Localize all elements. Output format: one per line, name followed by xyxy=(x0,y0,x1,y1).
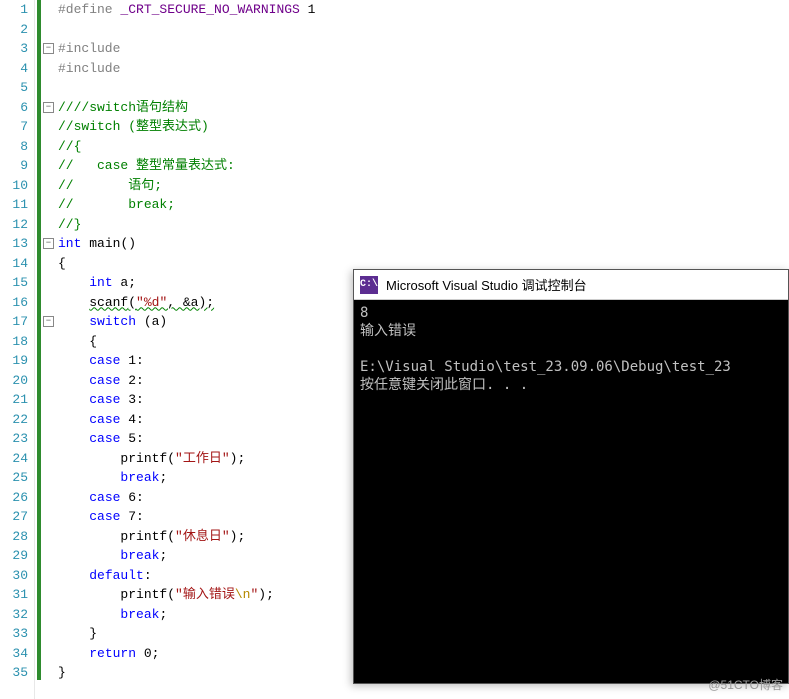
line-number: 30 xyxy=(0,566,28,586)
line-number: 20 xyxy=(0,371,28,391)
line-number: 34 xyxy=(0,644,28,664)
line-number: 31 xyxy=(0,585,28,605)
line-number: 16 xyxy=(0,293,28,313)
change-bar xyxy=(37,0,41,680)
line-number: 3 xyxy=(0,39,28,59)
code-line[interactable] xyxy=(58,20,789,40)
line-number: 25 xyxy=(0,468,28,488)
console-line: E:\Visual Studio\test_23.09.06\Debug\tes… xyxy=(360,359,731,375)
line-number: 7 xyxy=(0,117,28,137)
fold-toggle[interactable]: − xyxy=(43,102,54,113)
line-number: 35 xyxy=(0,663,28,683)
watermark: @51CTO博客 xyxy=(708,676,783,693)
line-number: 33 xyxy=(0,624,28,644)
code-line[interactable]: //} xyxy=(58,215,789,235)
console-titlebar[interactable]: C:\ Microsoft Visual Studio 调试控制台 xyxy=(354,270,788,300)
code-line[interactable]: #define _CRT_SECURE_NO_WARNINGS 1 xyxy=(58,0,789,20)
fold-column: − − − − xyxy=(42,0,56,699)
console-line: 输入错误 xyxy=(360,323,416,339)
code-line[interactable]: //switch (整型表达式) xyxy=(58,117,789,137)
code-line[interactable]: ////switch语句结构 xyxy=(58,98,789,118)
code-line[interactable]: int main() xyxy=(58,234,789,254)
line-number: 5 xyxy=(0,78,28,98)
line-number: 14 xyxy=(0,254,28,274)
code-line[interactable]: //{ xyxy=(58,137,789,157)
code-line[interactable]: // break; xyxy=(58,195,789,215)
line-number: 4 xyxy=(0,59,28,79)
line-number: 28 xyxy=(0,527,28,547)
debug-console-window: C:\ Microsoft Visual Studio 调试控制台 8 输入错误… xyxy=(353,269,789,684)
line-number: 19 xyxy=(0,351,28,371)
line-number-gutter: 1234567891011121314151617181920212223242… xyxy=(0,0,34,699)
line-number: 21 xyxy=(0,390,28,410)
console-title: Microsoft Visual Studio 调试控制台 xyxy=(386,275,587,294)
line-number: 8 xyxy=(0,137,28,157)
console-icon: C:\ xyxy=(360,276,378,294)
code-line[interactable] xyxy=(58,78,789,98)
line-number: 1 xyxy=(0,0,28,20)
fold-toggle[interactable]: − xyxy=(43,238,54,249)
line-number: 23 xyxy=(0,429,28,449)
code-line[interactable]: // case 整型常量表达式: xyxy=(58,156,789,176)
code-line[interactable]: #include xyxy=(58,59,789,79)
console-line: 按任意键关闭此窗口. . . xyxy=(360,377,528,393)
fold-toggle[interactable]: − xyxy=(43,43,54,54)
line-number: 6 xyxy=(0,98,28,118)
line-number: 17 xyxy=(0,312,28,332)
fold-toggle[interactable]: − xyxy=(43,316,54,327)
line-number: 29 xyxy=(0,546,28,566)
line-number: 13 xyxy=(0,234,28,254)
line-number: 11 xyxy=(0,195,28,215)
line-number: 9 xyxy=(0,156,28,176)
console-line: 8 xyxy=(360,305,368,321)
line-number: 18 xyxy=(0,332,28,352)
code-line[interactable]: // 语句; xyxy=(58,176,789,196)
line-number: 32 xyxy=(0,605,28,625)
console-output[interactable]: 8 输入错误 E:\Visual Studio\test_23.09.06\De… xyxy=(354,300,788,398)
line-number: 12 xyxy=(0,215,28,235)
line-number: 26 xyxy=(0,488,28,508)
line-number: 24 xyxy=(0,449,28,469)
line-number: 27 xyxy=(0,507,28,527)
line-number: 22 xyxy=(0,410,28,430)
change-indicator-margin xyxy=(34,0,42,699)
line-number: 15 xyxy=(0,273,28,293)
code-line[interactable]: #include xyxy=(58,39,789,59)
line-number: 2 xyxy=(0,20,28,40)
line-number: 10 xyxy=(0,176,28,196)
